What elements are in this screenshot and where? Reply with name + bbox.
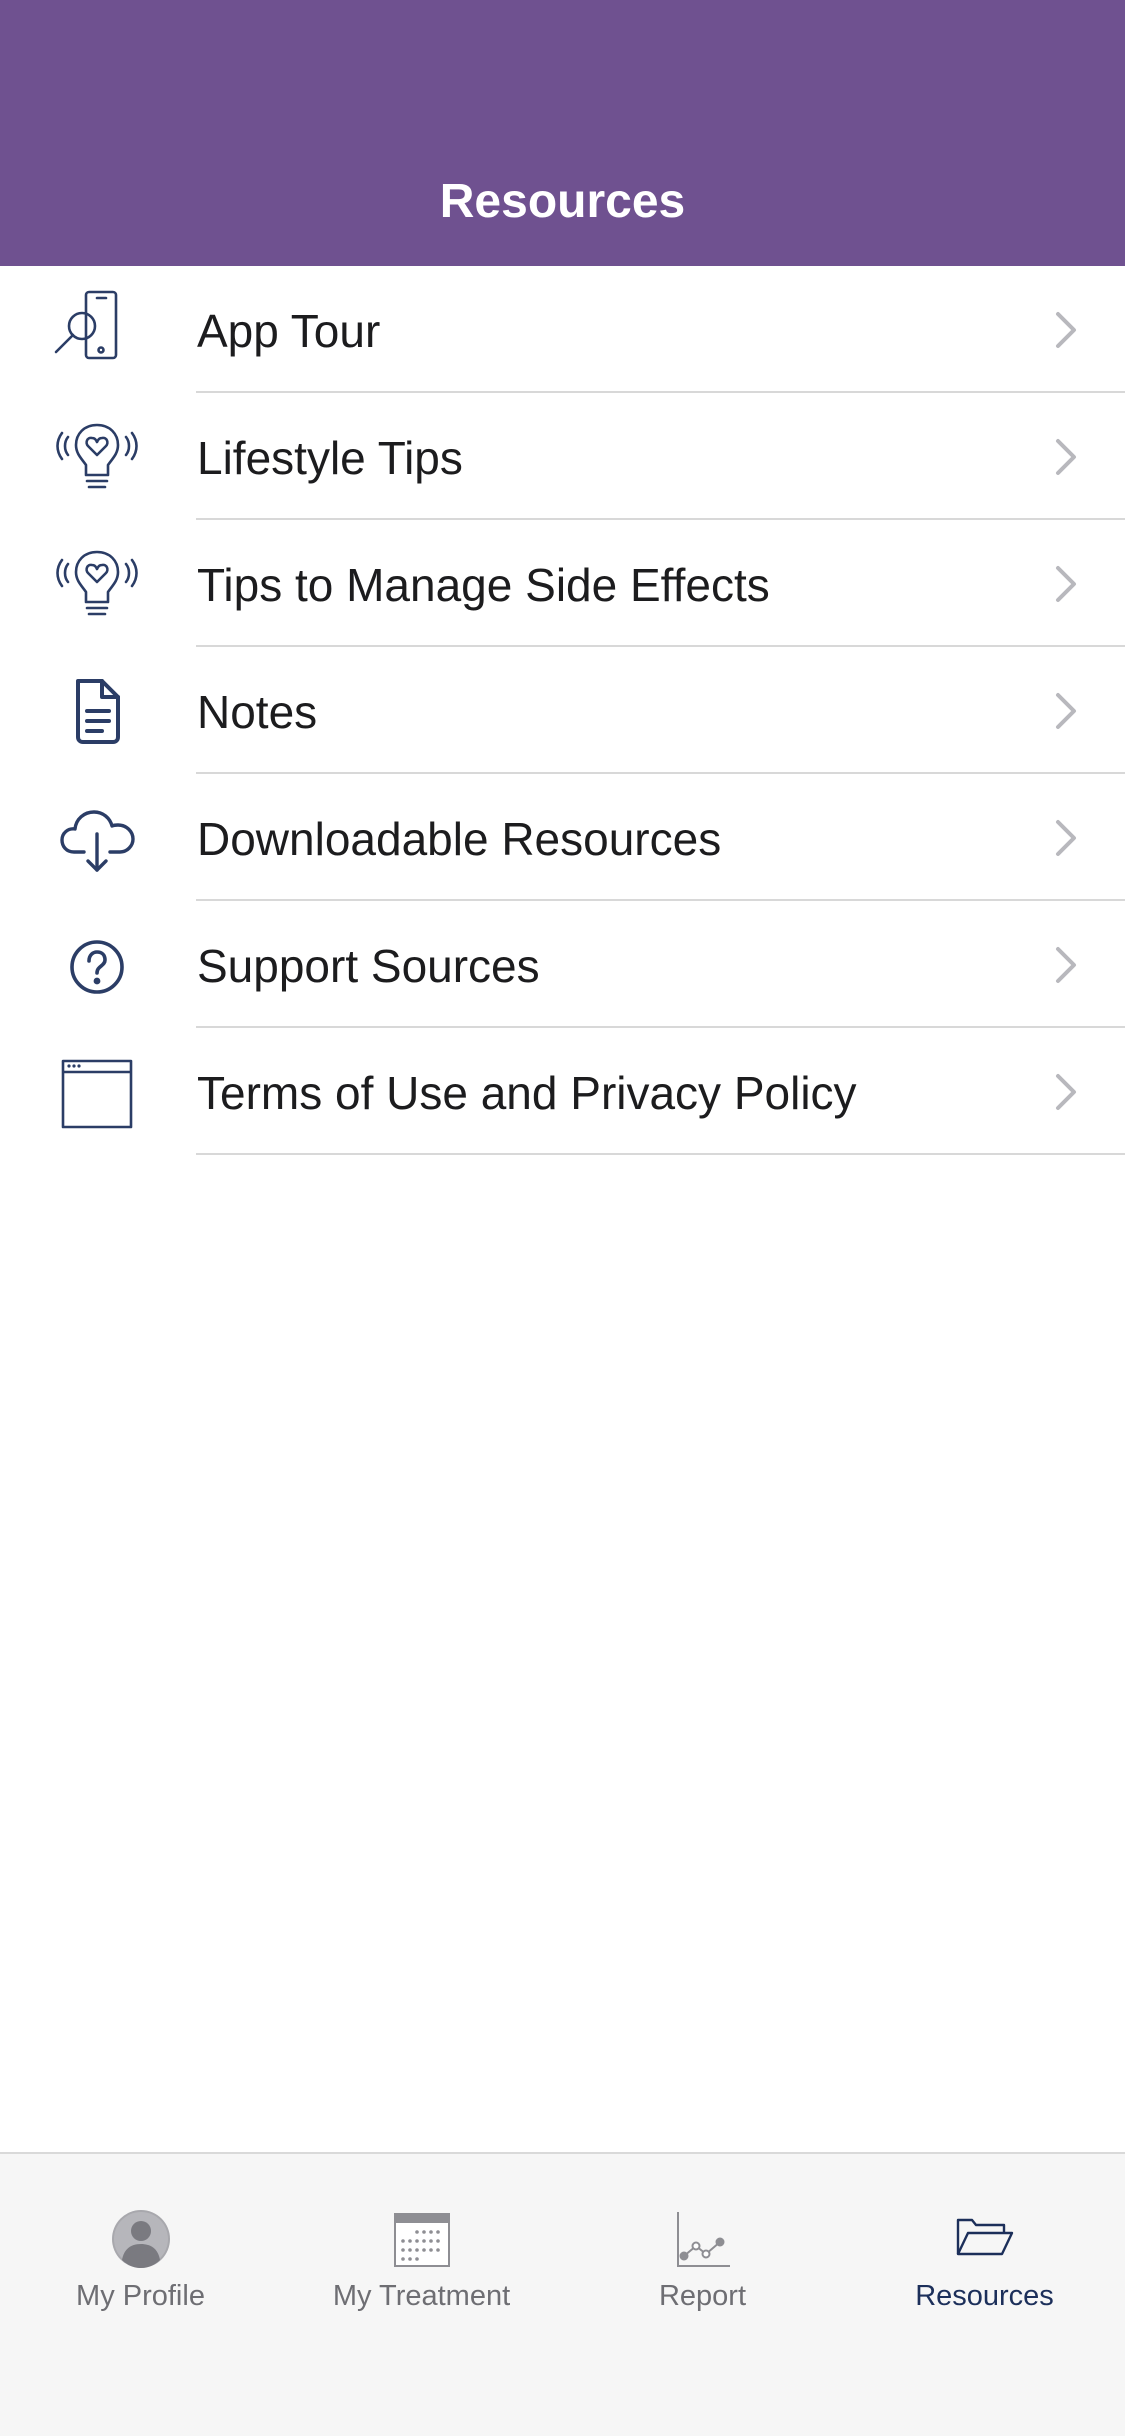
list-item-label: Lifestyle Tips	[197, 432, 463, 484]
tab-label: Report	[658, 2280, 747, 2312]
list-item-label: Notes	[197, 686, 318, 738]
tab-my-treatment[interactable]: My Treatment	[281, 2154, 562, 2354]
list-item-label: Tips to Manage Side Effects	[197, 559, 770, 611]
tab-label: My Treatment	[332, 2280, 511, 2312]
person-icon	[106, 2204, 176, 2274]
tab-label: My Profile	[76, 2280, 205, 2312]
chevron-right-icon	[1056, 693, 1076, 729]
lightbulb-heart-icon	[52, 538, 142, 628]
calendar-icon	[387, 2204, 457, 2274]
list-item-label: App Tour	[197, 305, 381, 357]
chevron-right-icon	[1056, 566, 1076, 602]
list-item-side-effect-tips[interactable]: Tips to Manage Side Effects	[0, 520, 1125, 647]
phone-search-icon	[52, 284, 142, 374]
list-item-lifestyle-tips[interactable]: Lifestyle Tips	[0, 393, 1125, 520]
list-item-app-tour[interactable]: App Tour	[0, 266, 1125, 393]
list-item-downloadable-resources[interactable]: Downloadable Resources	[0, 774, 1125, 901]
lightbulb-heart-icon	[52, 411, 142, 501]
tab-report[interactable]: Report	[562, 2154, 843, 2354]
list-item-label: Terms of Use and Privacy Policy	[197, 1067, 857, 1119]
chevron-right-icon	[1056, 439, 1076, 475]
tab-bar: My Profile My Treatment Report Resources	[0, 2152, 1125, 2436]
resources-list: App Tour Lifestyle Tips Tips to Manage S…	[0, 266, 1125, 1155]
list-item-label: Downloadable Resources	[197, 813, 722, 865]
chevron-right-icon	[1056, 947, 1076, 983]
document-icon	[52, 665, 142, 755]
row-divider	[196, 1153, 1125, 1155]
list-item-label: Support Sources	[197, 940, 540, 992]
header-bar: Resources	[0, 0, 1125, 266]
tab-label: Resources	[915, 2280, 1054, 2312]
cloud-download-icon	[52, 792, 142, 882]
browser-window-icon	[52, 1046, 142, 1136]
tab-resources[interactable]: Resources	[844, 2154, 1125, 2354]
tab-my-profile[interactable]: My Profile	[0, 2154, 281, 2354]
question-circle-icon	[52, 919, 142, 1009]
page-title: Resources	[439, 175, 686, 228]
folder-icon	[950, 2204, 1020, 2274]
list-item-terms-privacy[interactable]: Terms of Use and Privacy Policy	[0, 1028, 1125, 1155]
chevron-right-icon	[1056, 1074, 1076, 1110]
list-item-notes[interactable]: Notes	[0, 647, 1125, 774]
line-chart-icon	[668, 2204, 738, 2274]
chevron-right-icon	[1056, 820, 1076, 856]
list-item-support-sources[interactable]: Support Sources	[0, 901, 1125, 1028]
chevron-right-icon	[1056, 312, 1076, 348]
